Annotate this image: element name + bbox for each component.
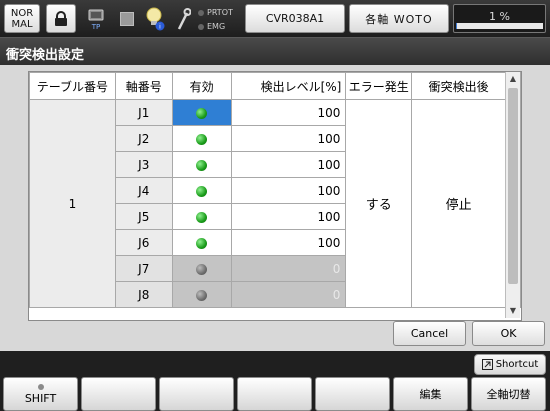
detect-level-cell[interactable]: 0 xyxy=(230,281,347,308)
axis-number-cell: J6 xyxy=(114,229,173,256)
prtot-label: PRTOT xyxy=(207,8,233,17)
collision-table: テーブル番号 軸番号 有効 検出レベル[%] エラー発生 衝突検出後 1 J1 10… xyxy=(28,71,522,321)
emg-label: EMG xyxy=(207,22,226,31)
controller-button[interactable]: CVR038A1 xyxy=(245,4,345,33)
lock-icon xyxy=(55,10,67,26)
fkey-4[interactable] xyxy=(237,377,312,411)
fkey-2[interactable] xyxy=(81,377,156,411)
header-table-number: テーブル番号 xyxy=(29,72,116,100)
ok-button[interactable]: OK xyxy=(472,321,545,346)
prtot-lamp: PRTOT xyxy=(198,8,233,17)
emg-lamp-dot xyxy=(198,23,204,30)
scroll-down-icon[interactable]: ▼ xyxy=(506,304,520,318)
enabled-lamp-icon xyxy=(196,107,208,119)
mode-label-line2: MAL xyxy=(11,18,33,30)
teach-pendant-icon: TP xyxy=(86,8,106,32)
tp-label: TP xyxy=(91,23,101,31)
detect-level-cell[interactable]: 100 xyxy=(230,203,347,230)
shift-led xyxy=(37,383,44,390)
table-number-cell: 1 xyxy=(29,99,116,308)
detect-level-cell[interactable]: 100 xyxy=(230,151,347,178)
shortcut-label: Shortcut xyxy=(495,359,539,370)
header-after-detection: 衝突検出後 xyxy=(411,72,506,100)
header-axis-number: 軸番号 xyxy=(114,72,173,100)
page-title: 衝突検出設定 xyxy=(6,48,85,63)
enabled-lamp-icon xyxy=(196,185,208,197)
enabled-cell[interactable] xyxy=(171,99,232,126)
axis-number-cell: J4 xyxy=(114,177,173,204)
speed-override-value: 1 % xyxy=(489,10,510,23)
mode-button[interactable]: NOR MAL xyxy=(4,4,40,33)
detect-level-cell[interactable]: 0 xyxy=(230,255,347,282)
table-header-row: テーブル番号 軸番号 有効 検出レベル[%] エラー発生 衝突検出後 xyxy=(29,72,521,100)
fkey-shift-label: SHIFT xyxy=(24,391,57,405)
table-scrollbar[interactable]: ▲ ▼ xyxy=(505,72,520,318)
enabled-cell[interactable] xyxy=(171,177,232,204)
square-icon xyxy=(120,12,134,26)
disabled-lamp-icon xyxy=(196,263,208,275)
speed-override-track xyxy=(456,23,543,29)
detect-level-cell[interactable]: 100 xyxy=(230,99,347,126)
header-enabled: 有効 xyxy=(171,72,232,100)
fkey-shift[interactable]: SHIFT xyxy=(3,377,78,411)
fkey-edit[interactable]: 編集 xyxy=(393,377,468,411)
enabled-lamp-icon xyxy=(196,159,208,171)
fkey-5[interactable] xyxy=(315,377,390,411)
axis-number-cell: J8 xyxy=(114,281,173,308)
detect-level-cell[interactable]: 100 xyxy=(230,125,347,152)
after-detection-cell[interactable]: 停止 xyxy=(411,99,506,308)
header-detect-level: 検出レベル[%] xyxy=(230,72,347,100)
axis-number-cell: J1 xyxy=(114,99,173,126)
fkey-3[interactable] xyxy=(159,377,234,411)
enabled-lamp-icon xyxy=(196,237,208,249)
shortcut-button[interactable]: Shortcut xyxy=(474,354,546,375)
enabled-cell[interactable] xyxy=(171,151,232,178)
enabled-lamp-icon xyxy=(196,211,208,223)
enabled-cell[interactable] xyxy=(171,125,232,152)
mode-label-line1: NOR xyxy=(10,7,34,19)
disabled-lamp-icon xyxy=(196,289,208,301)
detect-level-cell[interactable]: 100 xyxy=(230,229,347,256)
title-bar: 衝突検出設定 xyxy=(0,37,550,65)
header-error-occurrence: エラー発生 xyxy=(345,72,413,100)
fkey-all-axis-switch[interactable]: 全軸切替 xyxy=(471,377,546,411)
axis-number-cell: J2 xyxy=(114,125,173,152)
table-row[interactable]: 1 J1 100 する 停止 xyxy=(29,99,521,308)
speed-override-fill xyxy=(456,23,457,29)
enabled-cell[interactable] xyxy=(171,281,232,308)
axis-number-cell: J5 xyxy=(114,203,173,230)
enabled-lamp-icon xyxy=(196,133,208,145)
wrench-icon xyxy=(173,6,193,32)
cancel-button[interactable]: Cancel xyxy=(393,321,466,346)
error-occurrence-cell[interactable]: する xyxy=(345,99,413,308)
function-key-bar: Shortcut SHIFT 編集 全軸切替 xyxy=(0,351,550,411)
enabled-cell[interactable] xyxy=(171,255,232,282)
prtot-lamp-dot xyxy=(198,9,204,16)
enabled-cell[interactable] xyxy=(171,203,232,230)
axis-number-cell: J3 xyxy=(114,151,173,178)
status-bar: NOR MAL TP i PRTOT EMG CVR038A1 各軸 WOTO … xyxy=(0,0,550,37)
lightbulb-info-icon: i xyxy=(145,6,165,32)
enabled-cell[interactable] xyxy=(171,229,232,256)
shortcut-icon xyxy=(481,359,493,370)
emg-lamp: EMG xyxy=(198,22,225,31)
speed-override-indicator[interactable]: 1 % xyxy=(453,4,546,33)
axis-mode-button[interactable]: 各軸 WOTO xyxy=(349,4,449,33)
lock-button[interactable] xyxy=(46,4,76,33)
scroll-up-icon[interactable]: ▲ xyxy=(506,72,520,86)
detect-level-cell[interactable]: 100 xyxy=(230,177,347,204)
main-panel: テーブル番号 軸番号 有効 検出レベル[%] エラー発生 衝突検出後 1 J1 10… xyxy=(0,65,550,351)
scroll-thumb[interactable] xyxy=(508,88,518,284)
axis-number-cell: J7 xyxy=(114,255,173,282)
